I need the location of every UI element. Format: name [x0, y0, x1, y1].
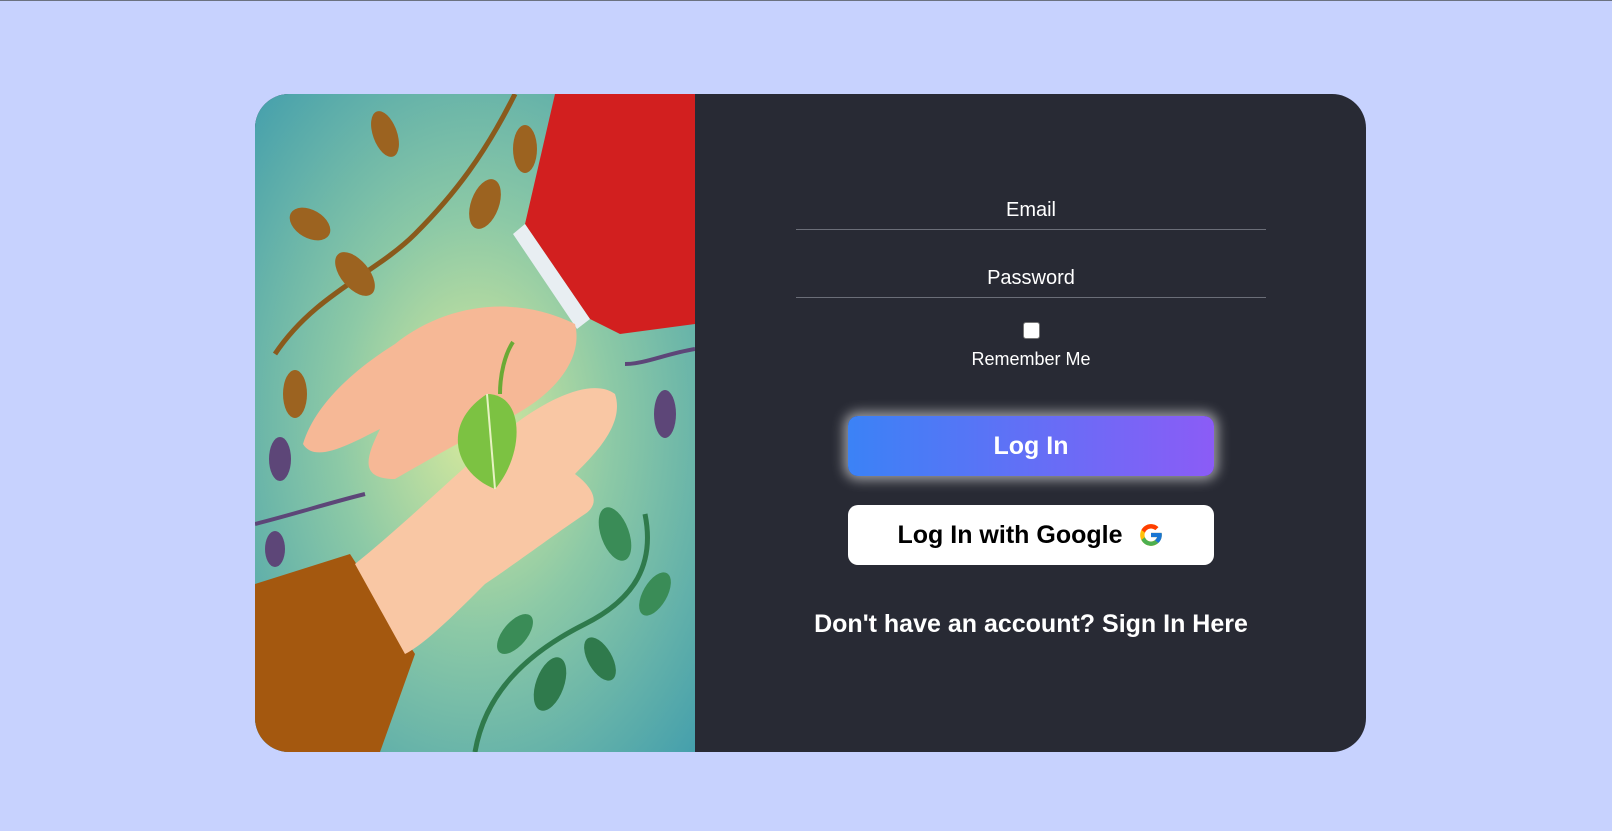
login-button[interactable]: Log In [848, 416, 1214, 476]
password-field[interactable] [796, 254, 1266, 297]
remember-me: Remember Me [796, 322, 1266, 370]
remember-me-checkbox[interactable] [1022, 322, 1040, 339]
signup-link[interactable]: Don't have an account? Sign In Here [735, 610, 1327, 639]
google-login-label: Log In with Google [897, 520, 1123, 549]
email-field[interactable] [796, 186, 1266, 229]
email-field-wrapper [796, 186, 1266, 230]
login-card: Remember Me Log In Log In with Google Do… [255, 94, 1366, 752]
password-field-wrapper [796, 254, 1266, 298]
google-login-button[interactable]: Log In with Google [848, 505, 1214, 565]
google-g-icon [1140, 524, 1163, 546]
login-form: Remember Me Log In Log In with Google Do… [695, 94, 1366, 752]
remember-me-label: Remember Me [971, 349, 1091, 369]
hands-leaf-illustration [255, 94, 695, 752]
